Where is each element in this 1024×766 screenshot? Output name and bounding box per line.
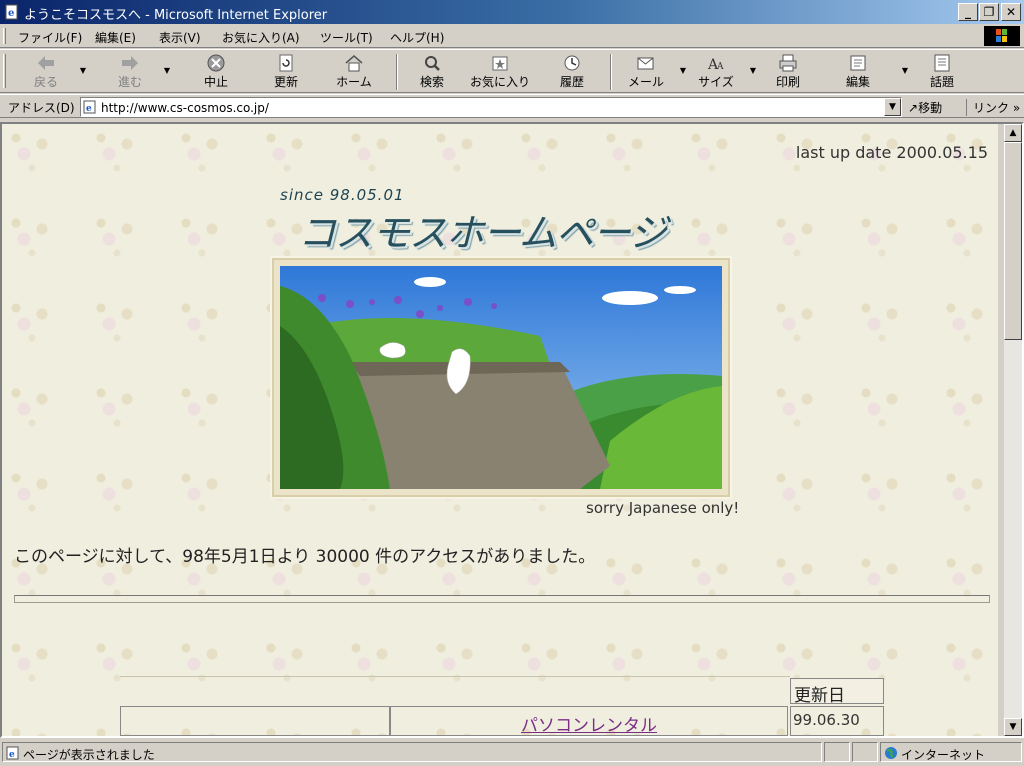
- globe-icon: [885, 747, 897, 759]
- table-cell-empty: [120, 706, 390, 736]
- address-bar: アドレス(D) e http://www.cs-cosmos.co.jp/ ▼ …: [0, 94, 1024, 118]
- font-size-icon: AA: [707, 57, 724, 72]
- mail-button[interactable]: メール ▼: [616, 52, 686, 92]
- refresh-icon: [279, 54, 293, 72]
- edit-icon: [850, 55, 866, 71]
- menu-tools[interactable]: ツール(T): [320, 29, 373, 46]
- menu-bar: ファイル(F) 編集(E) 表示(V) お気に入り(A) ツール(T) ヘルプ(…: [0, 24, 1024, 48]
- close-button[interactable]: ✕: [1001, 3, 1021, 21]
- menu-view[interactable]: 表示(V): [159, 29, 201, 46]
- scroll-down-button[interactable]: ▼: [1004, 718, 1022, 736]
- chevron-down-icon[interactable]: ▼: [164, 66, 170, 75]
- row-update-date: 99.06.30: [790, 706, 884, 736]
- window-title-bar: e ようこそコスモスへ - Microsoft Internet Explore…: [0, 0, 1024, 24]
- refresh-button[interactable]: 更新: [256, 52, 316, 92]
- back-button[interactable]: 戻る ▼: [16, 52, 86, 92]
- minimize-button[interactable]: _: [958, 3, 978, 21]
- ie-page-icon: e: [5, 4, 18, 20]
- go-button[interactable]: ↗移動: [908, 99, 942, 116]
- status-pane-empty: [852, 742, 878, 762]
- svg-text:e: e: [9, 750, 15, 760]
- home-button[interactable]: ホーム: [324, 52, 384, 92]
- table-top-border: [120, 676, 790, 677]
- ie-page-icon: e: [83, 100, 96, 114]
- hero-landscape-image: [280, 266, 722, 489]
- svg-text:A: A: [716, 62, 724, 72]
- table-row: パソコンレンタル: [390, 706, 788, 736]
- chevron-right-icon: »: [1012, 101, 1021, 115]
- favorites-icon: [492, 56, 508, 71]
- horizontal-rule: [14, 595, 990, 603]
- mail-icon: [637, 57, 654, 70]
- update-date-header: 更新日: [790, 678, 884, 706]
- vertical-scrollbar[interactable]: ▲ ▼: [1004, 124, 1022, 736]
- pc-rental-link[interactable]: パソコンレンタル: [521, 716, 657, 736]
- history-button[interactable]: 履歴: [542, 52, 602, 92]
- chevron-down-icon[interactable]: ▼: [884, 98, 901, 116]
- status-pane-empty: [824, 742, 850, 762]
- menu-favorites[interactable]: お気に入り(A): [222, 29, 300, 46]
- discuss-icon: [934, 54, 950, 72]
- menu-bar-grip[interactable]: [3, 28, 6, 44]
- chevron-down-icon[interactable]: ▼: [902, 66, 908, 75]
- web-page: last up date 2000.05.15 since 98.05.01 コ…: [2, 124, 998, 736]
- home-icon: [345, 55, 363, 72]
- status-message-pane: e ページが表示されました: [2, 742, 822, 762]
- security-zone-text: インターネット: [901, 748, 986, 762]
- stop-button[interactable]: 中止: [186, 52, 246, 92]
- scrollbar-thumb[interactable]: [1004, 142, 1022, 340]
- back-arrow-icon: [38, 56, 54, 70]
- print-button[interactable]: 印刷: [758, 52, 818, 92]
- toolbar-grip[interactable]: [3, 54, 6, 88]
- forward-button[interactable]: 進む ▼: [100, 52, 170, 92]
- forward-arrow-icon: [122, 56, 138, 70]
- favorites-button[interactable]: お気に入り: [470, 52, 530, 92]
- menu-edit[interactable]: 編集(E): [95, 29, 136, 46]
- status-bar: e ページが表示されました インターネット: [0, 740, 1024, 766]
- discuss-button[interactable]: 話題: [912, 52, 972, 92]
- links-button[interactable]: リンク »: [966, 99, 1020, 116]
- restore-button[interactable]: ❐: [979, 3, 999, 21]
- go-arrow-icon: ↗: [908, 101, 919, 115]
- status-message: ページが表示されました: [23, 748, 155, 762]
- standard-toolbar: 戻る ▼ 進む ▼ 中止 更新 ホーム 検索 お気に入り 履歴 メール ▼ AA…: [0, 49, 1024, 93]
- ie-page-icon: e: [6, 746, 19, 760]
- toolbar-separator: [396, 54, 398, 90]
- svg-text:e: e: [86, 104, 92, 114]
- svg-text:e: e: [8, 8, 14, 19]
- search-button[interactable]: 検索: [402, 52, 462, 92]
- access-counter-text: このページに対して、98年5月1日より 30000 件のアクセスがありました。: [14, 547, 596, 567]
- font-size-button[interactable]: AA サイズ ▼: [686, 52, 756, 92]
- content-viewport: last up date 2000.05.15 since 98.05.01 コ…: [0, 122, 1024, 738]
- site-title: コスモスホームページ: [298, 211, 667, 255]
- address-input[interactable]: e http://www.cs-cosmos.co.jp/ ▼: [80, 97, 902, 117]
- stop-icon: [207, 54, 225, 72]
- sorry-japanese-only-text: sorry Japanese only!: [586, 499, 740, 517]
- menu-help[interactable]: ヘルプ(H): [390, 29, 444, 46]
- chevron-down-icon[interactable]: ▼: [80, 66, 86, 75]
- last-update-text: last up date 2000.05.15: [795, 143, 988, 162]
- toolbar-separator: [610, 54, 612, 90]
- windows-logo: [984, 26, 1020, 46]
- print-icon: [779, 54, 797, 72]
- chevron-down-icon[interactable]: ▼: [750, 66, 756, 75]
- security-zone-pane[interactable]: インターネット: [880, 742, 1022, 762]
- scroll-up-button[interactable]: ▲: [1004, 124, 1022, 142]
- search-icon: [425, 56, 440, 71]
- address-url[interactable]: http://www.cs-cosmos.co.jp/: [101, 101, 269, 115]
- window-title: ようこそコスモスへ - Microsoft Internet Explorer: [24, 8, 328, 23]
- edit-button[interactable]: 編集 ▼: [828, 52, 908, 92]
- history-icon: [564, 55, 580, 71]
- menu-file[interactable]: ファイル(F): [18, 29, 82, 46]
- hero-image-frame: [270, 256, 732, 499]
- address-label: アドレス(D): [8, 101, 75, 115]
